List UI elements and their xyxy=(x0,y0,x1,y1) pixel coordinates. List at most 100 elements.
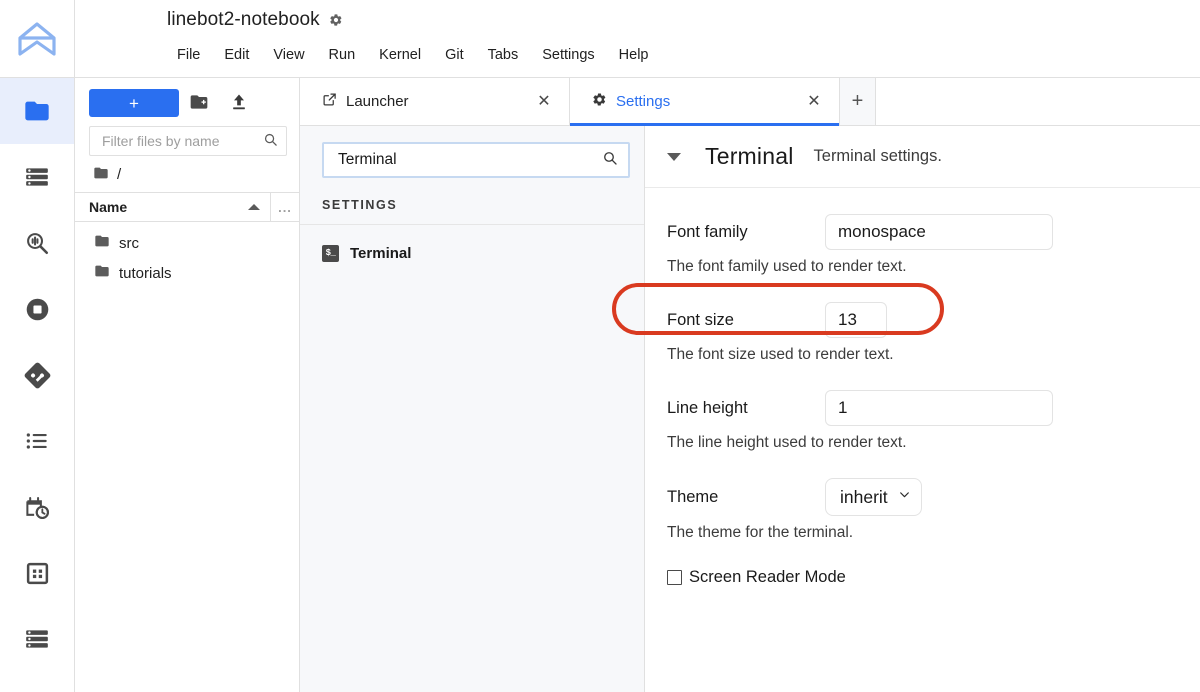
column-options-button[interactable]: ... xyxy=(271,200,299,215)
settings-detail-panel: Terminal Terminal settings. Font family … xyxy=(645,126,1200,692)
settings-search-box[interactable] xyxy=(322,142,630,178)
sidebar-item-git[interactable] xyxy=(0,342,74,408)
logo-container xyxy=(0,0,75,77)
sidebar-item-property-inspector[interactable] xyxy=(0,606,74,672)
search-icon xyxy=(602,150,618,171)
theme-select[interactable]: inherit xyxy=(825,478,922,516)
settings-search-input[interactable] xyxy=(336,150,602,170)
settings-plugin-list: $_ Terminal xyxy=(300,225,644,267)
settings-plugin-list-panel: SETTINGS $_ Terminal xyxy=(300,126,944,692)
bug-search-icon xyxy=(24,230,50,256)
breadcrumb[interactable]: / xyxy=(75,156,299,192)
field-row-font-family: Font family xyxy=(667,214,1178,250)
new-folder-button[interactable] xyxy=(179,89,219,117)
file-list-header: Name ... xyxy=(75,192,299,222)
bullet-list-icon xyxy=(24,428,50,454)
field-help-font-family: The font family used to render text. xyxy=(667,258,907,275)
sidebar-item-table-of-contents[interactable] xyxy=(0,408,74,474)
terminal-icon: $_ xyxy=(322,244,339,262)
folder-icon xyxy=(94,233,110,253)
close-icon[interactable]: ✕ xyxy=(535,93,553,111)
gear-icon xyxy=(592,92,607,111)
page-title: linebot2-notebook xyxy=(167,8,320,30)
column-header-name[interactable]: Name xyxy=(75,193,271,221)
field-label-line-height: Line height xyxy=(667,398,748,417)
list-item[interactable]: src xyxy=(75,228,299,258)
triangle-down-icon[interactable] xyxy=(667,152,681,161)
font-family-input[interactable] xyxy=(825,214,1053,250)
folder-icon xyxy=(23,97,51,125)
menu-item-tabs[interactable]: Tabs xyxy=(476,43,531,67)
new-launcher-button[interactable]: + xyxy=(89,89,179,117)
folder-icon xyxy=(93,165,109,184)
top-bar: linebot2-notebook File Edit View Run Ker… xyxy=(0,0,1200,78)
tab-bar: Launcher ✕ Settings ✕ + xyxy=(300,78,1200,126)
close-icon[interactable]: ✕ xyxy=(805,93,823,111)
menu-bar: File Edit View Run Kernel Git Tabs Setti… xyxy=(91,39,1200,71)
file-browser-toolbar: + xyxy=(75,78,299,126)
sidebar-item-running-sessions[interactable] xyxy=(0,144,74,210)
menu-item-git[interactable]: Git xyxy=(433,43,476,67)
theme-select-value: inherit xyxy=(840,486,888,507)
settings-search-wrap xyxy=(300,126,644,190)
upload-button[interactable] xyxy=(219,89,259,117)
field-row-screen-reader: Screen Reader Mode xyxy=(667,568,1178,587)
settings-plugin-item-label: Terminal xyxy=(350,244,412,262)
file-filter-box[interactable] xyxy=(89,126,287,156)
launcher-icon xyxy=(322,92,337,111)
menu-item-edit[interactable]: Edit xyxy=(212,43,261,67)
menu-item-view[interactable]: View xyxy=(261,43,316,67)
font-size-input[interactable] xyxy=(825,302,887,338)
tab-settings[interactable]: Settings ✕ xyxy=(570,78,840,126)
tab-bar-filler xyxy=(876,78,1200,125)
sidebar-item-extension-manager[interactable] xyxy=(0,540,74,606)
sidebar-item-debugger[interactable] xyxy=(0,210,74,276)
field-label-font-size: Font size xyxy=(667,310,734,329)
field-label-font-family: Font family xyxy=(667,222,748,241)
folder-icon xyxy=(94,263,110,283)
file-filter-input[interactable] xyxy=(100,132,263,150)
document-title-row: linebot2-notebook xyxy=(91,5,1200,35)
screen-reader-checkbox[interactable] xyxy=(667,570,682,585)
menu-item-help[interactable]: Help xyxy=(607,43,661,67)
tab-launcher-label: Launcher xyxy=(346,93,409,110)
upload-icon xyxy=(229,92,249,115)
settings-fields: Font family The font family used to rend… xyxy=(645,188,1200,587)
field-row-line-height: Line height xyxy=(667,390,1178,426)
settings-detail-title: Terminal xyxy=(705,143,794,169)
sidebar-item-stop-kernel[interactable] xyxy=(0,276,74,342)
server-list-icon xyxy=(24,626,50,652)
file-list: src tutorials xyxy=(75,222,299,288)
tab-launcher[interactable]: Launcher ✕ xyxy=(300,78,570,125)
field-row-font-size: Font size xyxy=(667,302,1178,338)
menu-item-file[interactable]: File xyxy=(167,43,212,67)
line-height-input[interactable] xyxy=(825,390,1053,426)
sidebar-item-job-scheduler[interactable] xyxy=(0,474,74,540)
left-sidebar-rail xyxy=(0,78,75,692)
stop-circle-icon xyxy=(24,296,51,323)
menu-item-kernel[interactable]: Kernel xyxy=(367,43,433,67)
column-header-name-label: Name xyxy=(89,199,128,215)
menu-item-run[interactable]: Run xyxy=(317,43,368,67)
calendar-clock-icon xyxy=(24,494,51,521)
field-help-theme: The theme for the terminal. xyxy=(667,524,854,541)
settings-plugin-item-terminal[interactable]: $_ Terminal xyxy=(300,239,644,267)
settings-editor: SETTINGS $_ Terminal Terminal Term xyxy=(300,126,1200,692)
field-help-font-size: The font size used to render text. xyxy=(667,346,894,363)
file-browser-panel: + Filter files by name / Name ... src tu… xyxy=(75,78,300,692)
jupyterlab-logo-icon xyxy=(16,18,58,60)
settings-section-label: SETTINGS xyxy=(300,190,644,225)
screen-reader-label: Screen Reader Mode xyxy=(689,568,846,586)
new-tab-button[interactable]: + xyxy=(840,78,876,125)
file-filter-wrap xyxy=(75,126,299,156)
menu-item-settings[interactable]: Settings xyxy=(530,43,606,67)
sort-ascending-caret-icon[interactable] xyxy=(248,204,260,210)
new-folder-icon xyxy=(189,92,209,115)
gear-icon[interactable] xyxy=(329,13,343,27)
body: + Filter files by name / Name ... src tu… xyxy=(0,78,1200,692)
list-item[interactable]: tutorials xyxy=(75,258,299,288)
sidebar-item-file-browser[interactable] xyxy=(0,78,74,144)
search-icon xyxy=(263,132,278,150)
settings-detail-header: Terminal Terminal settings. xyxy=(645,126,1200,188)
field-label-theme: Theme xyxy=(667,487,719,506)
